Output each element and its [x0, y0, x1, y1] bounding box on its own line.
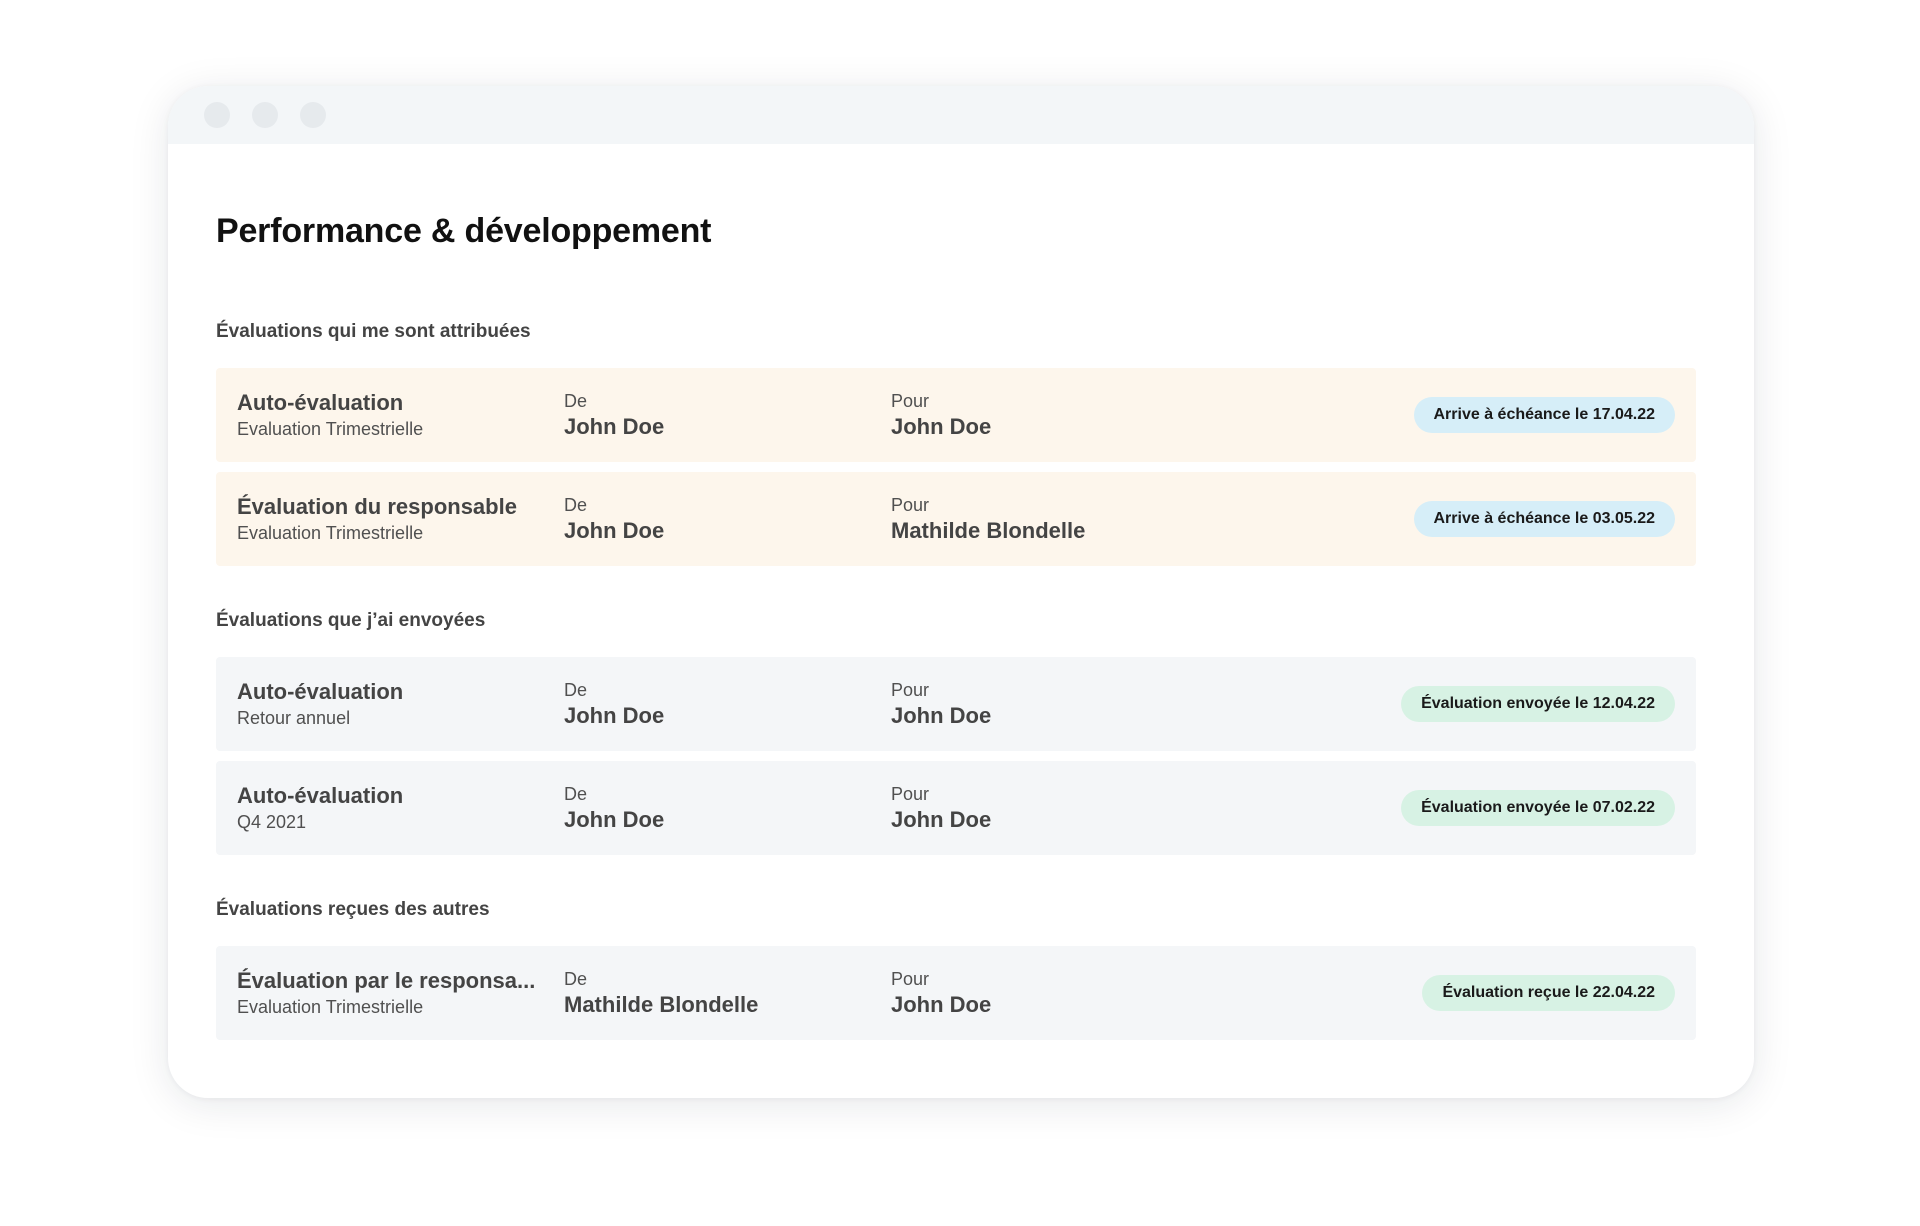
for-label: Pour [891, 495, 930, 515]
for-name: John Doe [891, 992, 992, 1017]
review-info: Évaluation par le responsa... Evaluation… [237, 967, 564, 1019]
from-name: John Doe [564, 414, 665, 439]
from-name: John Doe [564, 807, 665, 832]
from-label: De [564, 680, 588, 700]
review-title: Auto-évaluation [237, 390, 404, 415]
review-row[interactable]: Évaluation par le responsa... Evaluation… [216, 946, 1696, 1040]
review-for: Pour John Doe [891, 678, 1401, 730]
review-subtitle: Evaluation Trimestrielle [237, 419, 424, 439]
window-close-dot-icon[interactable] [204, 102, 230, 128]
review-subtitle: Retour annuel [237, 708, 351, 728]
from-label: De [564, 784, 588, 804]
for-label: Pour [891, 969, 930, 989]
review-info: Auto-évaluation Q4 2021 [237, 782, 564, 834]
review-title: Évaluation par le responsa... [237, 968, 536, 993]
section-received: Évaluations reçues des autres Évaluation… [216, 899, 1696, 1040]
status-badge: Évaluation reçue le 22.04.22 [1422, 975, 1675, 1011]
status-badge: Arrive à échéance le 03.05.22 [1413, 501, 1675, 537]
for-label: Pour [891, 784, 930, 804]
review-for: Pour John Doe [891, 967, 1422, 1019]
main-content: Performance & développement Évaluations … [168, 144, 1754, 1040]
review-from: De John Doe [564, 678, 891, 730]
for-label: Pour [891, 391, 930, 411]
status-badge: Évaluation envoyée le 07.02.22 [1401, 790, 1675, 826]
window-maximize-dot-icon[interactable] [300, 102, 326, 128]
status-badge: Évaluation envoyée le 12.04.22 [1401, 686, 1675, 722]
review-from: De John Doe [564, 493, 891, 545]
page-title: Performance & développement [216, 212, 712, 250]
for-name: John Doe [891, 807, 992, 832]
review-row[interactable]: Auto-évaluation Q4 2021 De John Doe Pour… [216, 761, 1696, 855]
for-label: Pour [891, 680, 930, 700]
review-from: De John Doe [564, 782, 891, 834]
status-badge: Arrive à échéance le 17.04.22 [1413, 397, 1675, 433]
review-for: Pour John Doe [891, 389, 1414, 441]
from-label: De [564, 495, 588, 515]
from-name: John Doe [564, 703, 665, 728]
section-assigned: Évaluations qui me sont attribuées Auto-… [216, 321, 1696, 566]
section-title: Évaluations que j’ai envoyées [216, 610, 486, 631]
section-sent: Évaluations que j’ai envoyées Auto-évalu… [216, 610, 1696, 855]
from-name: John Doe [564, 518, 665, 543]
review-title: Auto-évaluation [237, 783, 404, 808]
review-row[interactable]: Évaluation du responsable Evaluation Tri… [216, 472, 1696, 566]
section-title: Évaluations qui me sont attribuées [216, 321, 531, 342]
window-titlebar [168, 86, 1754, 144]
review-info: Évaluation du responsable Evaluation Tri… [237, 493, 564, 545]
for-name: John Doe [891, 414, 992, 439]
for-name: Mathilde Blondelle [891, 518, 1086, 543]
review-row[interactable]: Auto-évaluation Retour annuel De John Do… [216, 657, 1696, 751]
review-for: Pour Mathilde Blondelle [891, 493, 1414, 545]
review-subtitle: Q4 2021 [237, 812, 307, 832]
review-from: De John Doe [564, 389, 891, 441]
from-label: De [564, 391, 588, 411]
from-label: De [564, 969, 588, 989]
review-subtitle: Evaluation Trimestrielle [237, 997, 424, 1017]
review-for: Pour John Doe [891, 782, 1401, 834]
review-from: De Mathilde Blondelle [564, 967, 891, 1019]
window-minimize-dot-icon[interactable] [252, 102, 278, 128]
review-title: Évaluation du responsable [237, 494, 517, 519]
app-window: Performance & développement Évaluations … [168, 86, 1754, 1098]
section-title: Évaluations reçues des autres [216, 899, 490, 920]
for-name: John Doe [891, 703, 992, 728]
review-row[interactable]: Auto-évaluation Evaluation Trimestrielle… [216, 368, 1696, 462]
review-info: Auto-évaluation Evaluation Trimestrielle [237, 389, 564, 441]
review-subtitle: Evaluation Trimestrielle [237, 523, 424, 543]
review-title: Auto-évaluation [237, 679, 404, 704]
review-info: Auto-évaluation Retour annuel [237, 678, 564, 730]
from-name: Mathilde Blondelle [564, 992, 759, 1017]
